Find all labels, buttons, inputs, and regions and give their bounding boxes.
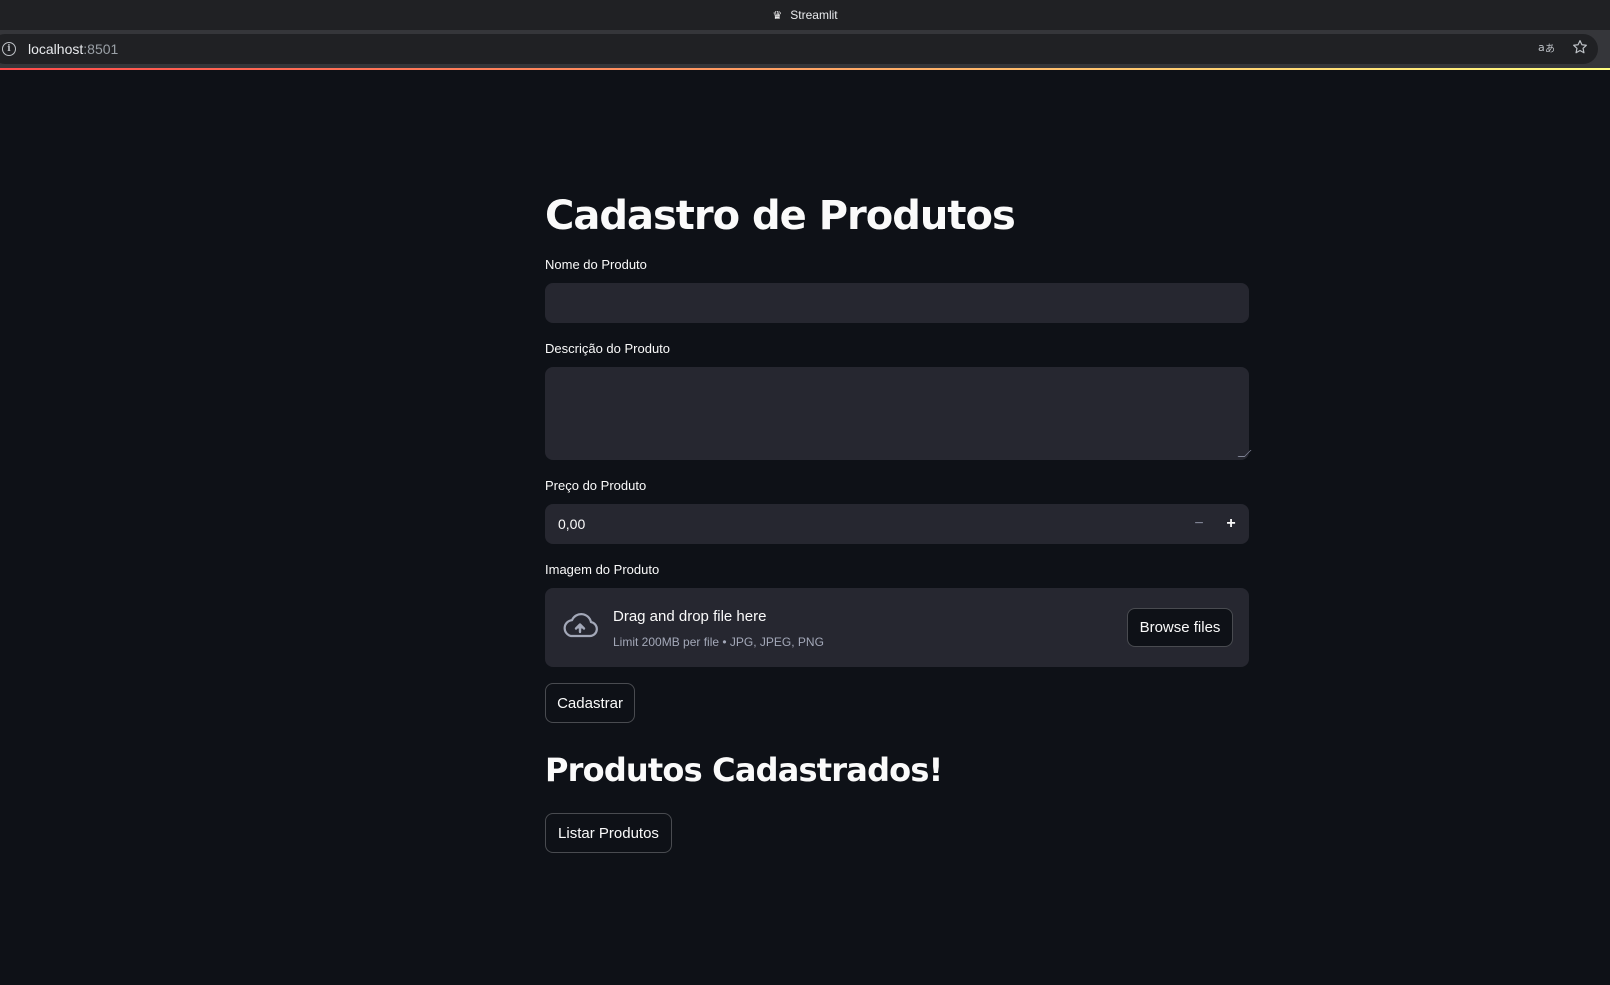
- imagem-label: Imagem do Produto: [545, 562, 660, 577]
- preco-label: Preço do Produto: [545, 478, 647, 493]
- browser-title-bar: ♛ Streamlit: [0, 0, 1610, 30]
- cadastrar-button[interactable]: Cadastrar: [545, 683, 635, 723]
- streamlit-app: Cadastro de Produtos Nome do Produto Des…: [0, 70, 1610, 985]
- url-host: localhost: [28, 41, 84, 57]
- crown-icon: ♛: [772, 9, 783, 22]
- decrement-button[interactable]: −: [1183, 504, 1215, 544]
- descricao-label: Descrição do Produto: [545, 341, 671, 356]
- svg-text:あ: あ: [1545, 43, 1554, 54]
- increment-button[interactable]: +: [1215, 504, 1247, 544]
- descricao-textarea[interactable]: [545, 367, 1252, 460]
- svg-text:a: a: [1538, 41, 1545, 54]
- listar-produtos-button[interactable]: Listar Produtos: [545, 813, 672, 853]
- translate-icon[interactable]: aあ: [1538, 40, 1555, 58]
- page-title: Cadastro de Produtos: [545, 193, 1016, 239]
- nome-input[interactable]: [545, 283, 1249, 323]
- nome-label: Nome do Produto: [545, 257, 647, 272]
- browser-address-bar: i localhost:8501 aあ: [0, 30, 1610, 70]
- preco-number-input[interactable]: 0,00 − +: [545, 504, 1249, 544]
- browse-files-button[interactable]: Browse files: [1127, 608, 1233, 647]
- address-bar-actions: aあ: [1538, 34, 1588, 64]
- cloud-upload-icon: [561, 611, 599, 641]
- url-field[interactable]: i localhost:8501 aあ: [0, 34, 1598, 64]
- file-uploader-dropzone[interactable]: Drag and drop file here Limit 200MB per …: [545, 588, 1249, 667]
- preco-value[interactable]: 0,00: [558, 516, 585, 532]
- resize-handle-icon[interactable]: [1237, 450, 1252, 457]
- info-icon[interactable]: i: [2, 42, 16, 56]
- section-title: Produtos Cadastrados!: [545, 751, 943, 789]
- dropzone-limits: Limit 200MB per file • JPG, JPEG, PNG: [613, 635, 824, 649]
- window-title: Streamlit: [790, 8, 838, 22]
- dropzone-instructions: Drag and drop file here: [613, 608, 767, 625]
- url-port: :8501: [83, 41, 119, 57]
- star-icon[interactable]: [1572, 39, 1588, 59]
